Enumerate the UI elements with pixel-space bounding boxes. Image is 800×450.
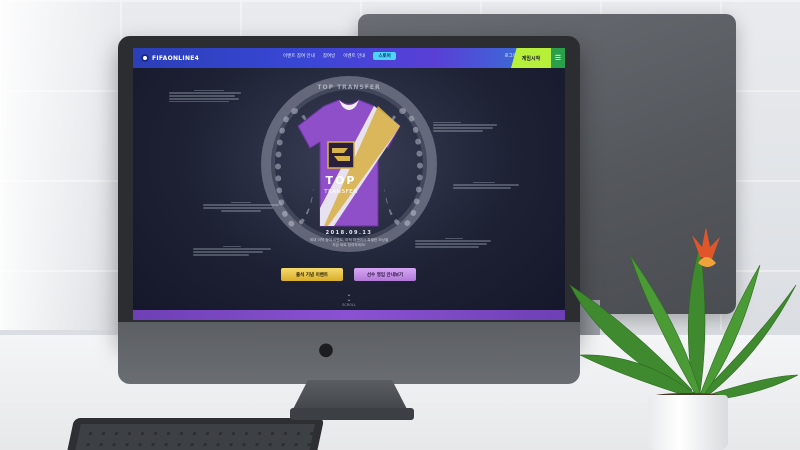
brand-name: FIFAONLINE4: [152, 54, 200, 62]
emblem-ring-text: TOP TRANSFER: [317, 84, 381, 91]
monitor-chin: [118, 322, 580, 384]
jersey-graphic: TOP TRANSFER: [297, 99, 401, 227]
white-pot: [648, 395, 728, 450]
event-date: 2018.09.13: [325, 230, 373, 236]
info-block-top-left: [169, 88, 249, 104]
jersey-text-bottom: TRANSFER: [323, 189, 358, 195]
apple-logo-icon: ●: [318, 339, 334, 360]
double-chevron-down-icon[interactable]: ⌄ ⌄: [329, 292, 369, 303]
scroll-label: SCROLL: [342, 303, 356, 307]
game-start-button[interactable]: 게임시작: [511, 48, 551, 68]
nav-item-3[interactable]: 이벤트 안내: [343, 53, 365, 59]
event-subtitle: 최대 이적 참여 이벤트, 이적 마켓에서 특별한 보상을 지금 바로 참여하세…: [283, 238, 415, 248]
info-block-top-right: [433, 120, 503, 133]
window-light: [0, 0, 120, 330]
ball-icon: [141, 54, 149, 62]
nav-item-active[interactable]: 스토어: [373, 52, 396, 60]
brand-logo[interactable]: FIFAONLINE4: [141, 51, 199, 65]
player-recruit-button[interactable]: 선수 영입 안내보기: [354, 268, 416, 281]
jersey-text-top: TOP: [326, 174, 357, 187]
info-block-bottom-right: [415, 236, 495, 249]
event-subtitle-line2: 지금 바로 참여하세요!: [332, 243, 366, 247]
keyboard: [65, 418, 325, 450]
purple-footer-band: [133, 310, 565, 320]
site-top-nav: FIFAONLINE4 이벤트 참여 안내 참여방 이벤트 안내 스토어 로그아…: [133, 48, 565, 68]
monitor-stand-base: [290, 408, 414, 420]
monitor-screen: FIFAONLINE4 이벤트 참여 안내 참여방 이벤트 안내 스토어 로그아…: [133, 48, 565, 320]
event-subtitle-line1: 최대 이적 참여 이벤트, 이적 마켓에서 특별한 보상을: [309, 238, 389, 242]
info-block-bottom-left: [193, 244, 273, 257]
nav-item-2[interactable]: 참여방: [323, 53, 335, 59]
nav-item-1[interactable]: 이벤트 참여 안내: [283, 53, 315, 59]
bromeliad-plant: [569, 227, 799, 402]
attendance-event-button[interactable]: 출석 기념 이벤트: [281, 268, 343, 281]
info-block-mid-right: [453, 180, 523, 190]
nav-menu: 이벤트 참여 안내 참여방 이벤트 안내 스토어: [283, 52, 396, 60]
hamburger-icon[interactable]: ☰: [551, 48, 565, 68]
